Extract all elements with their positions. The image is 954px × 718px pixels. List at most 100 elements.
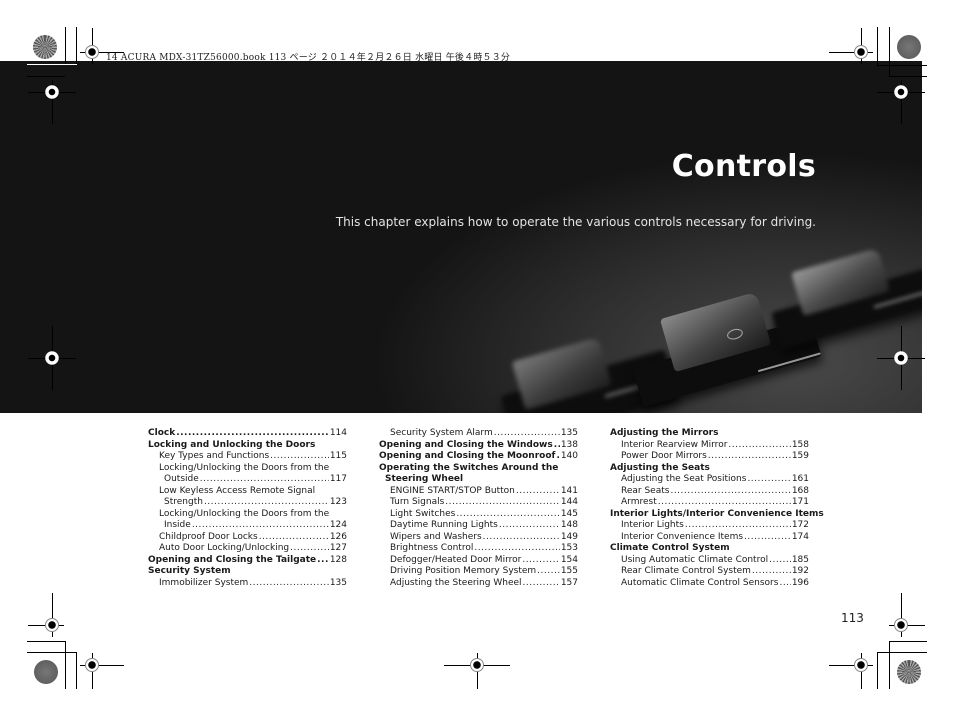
toc-leader-dots — [259, 532, 329, 544]
toc-entry-link[interactable]: Adjusting the Seat Positions 161 — [610, 474, 809, 486]
toc-entry-link[interactable]: Opening and Closing the Tailgate 128 — [148, 555, 347, 567]
toc-page-number: 158 — [791, 439, 809, 450]
toc-entry-link[interactable]: Automatic Climate Control Sensors 196 — [610, 578, 809, 590]
toc-entry-link[interactable]: Turn Signals 144 — [379, 497, 578, 509]
crop-mark — [889, 27, 890, 77]
toc-leader-dots — [445, 497, 560, 509]
toc-entry-link[interactable]: Strength 123 — [148, 497, 347, 509]
toc-entry-link[interactable]: Driving Position Memory System 155 — [379, 566, 578, 578]
crop-mark — [877, 652, 878, 689]
crop-mark — [27, 64, 77, 65]
toc-leader-dots — [290, 543, 329, 555]
toc-entry-link[interactable]: Brightness Control 153 — [379, 543, 578, 555]
toc-entry-link[interactable]: Rear Seats 168 — [610, 486, 809, 498]
crop-mark — [877, 652, 927, 653]
toc-section-heading: Adjusting the Seats — [610, 463, 809, 475]
toc-entry-label: Automatic Climate Control Sensors — [621, 577, 779, 588]
toc-leader-dots — [176, 428, 329, 440]
toc-entry-link[interactable]: Wipers and Washers 149 — [379, 532, 578, 544]
toc-page-number: 144 — [560, 497, 578, 507]
toc-entry-link[interactable]: Interior Convenience Items 174 — [610, 532, 809, 544]
toc-entry-label: Adjusting the Steering Wheel — [390, 577, 522, 588]
toc-entry-label: Defogger/Heated Door Mirror — [390, 554, 522, 565]
toc-leader-dots — [192, 520, 329, 532]
toc-entry-link[interactable]: Immobilizer System 135 — [148, 578, 347, 590]
toc-entry-link[interactable]: Inside 124 — [148, 520, 347, 532]
toc-page-number: 114 — [329, 428, 347, 438]
toc-page-number: 155 — [560, 566, 578, 576]
toc-entry-label: Daytime Running Lights — [390, 520, 498, 530]
toc-entry-label: Armrest — [621, 497, 657, 507]
toc-page-number: 172 — [791, 520, 809, 530]
toc-entry-label: Brightness Control — [390, 543, 474, 553]
toc-entry-link[interactable]: Interior Rearview Mirror 158 — [610, 440, 809, 452]
toc-entry-label: Security System — [148, 566, 231, 576]
toc-entry-label: Interior Lights/Interior Convenience Ite… — [610, 508, 824, 519]
toc-entry-label: Outside — [164, 474, 199, 484]
toc-entry-label: Locking/Unlocking the Doors from the — [159, 462, 330, 473]
toc-entry-link[interactable]: Power Door Mirrors 159 — [610, 451, 809, 463]
toc-entry-link[interactable]: Light Switches 145 — [379, 509, 578, 521]
toc-entry-label: Operating the Switches Around the — [379, 462, 559, 473]
crop-mark — [889, 641, 927, 642]
toc-entry-label: Strength — [164, 497, 203, 507]
toc-entry-link[interactable]: Using Automatic Climate Control 185 — [610, 555, 809, 567]
chapter-hero-image: Controls This chapter explains how to op… — [0, 61, 922, 413]
crop-mark — [65, 27, 66, 65]
toc-entry-link[interactable]: Outside 117 — [148, 474, 347, 486]
toc-entry-label: Adjusting the Seats — [610, 462, 710, 473]
crop-mark — [27, 641, 65, 642]
toc-entry-label: Opening and Closing the Tailgate — [148, 554, 317, 565]
color-rosette-icon — [34, 660, 58, 684]
toc-entry-label: Rear Seats — [621, 485, 670, 496]
toc-entry-link[interactable]: Opening and Closing the Moonroof 140 — [379, 451, 578, 463]
toc-leader-dots — [317, 555, 329, 567]
toc-leader-dots — [249, 578, 329, 590]
toc-leader-dots — [200, 474, 329, 486]
toc-leader-dots — [499, 520, 560, 532]
toc-entry-link[interactable]: ENGINE START/STOP Button 141 — [379, 486, 578, 498]
toc-entry-link[interactable]: Interior Lights 172 — [610, 520, 809, 532]
toc-entry-label: Interior Convenience Items — [621, 531, 744, 542]
toc-entry-link[interactable]: Rear Climate Control System 192 — [610, 566, 809, 578]
toc-section-heading: Security System — [148, 566, 347, 578]
toc-leader-dots — [474, 543, 559, 555]
crop-mark — [76, 652, 77, 689]
toc-entry-label: Adjusting the Mirrors — [610, 428, 719, 438]
toc-entry-link[interactable]: Adjusting the Steering Wheel 157 — [379, 578, 578, 590]
toc-leader-dots — [747, 474, 790, 486]
toc-leader-dots — [752, 566, 791, 578]
toc-entry-link[interactable]: Opening and Closing the Windows 138 — [379, 440, 578, 452]
chapter-title: Controls — [671, 149, 816, 184]
toc-page-number: 128 — [329, 554, 347, 565]
toc-entry-link[interactable]: Security System Alarm 135 — [379, 428, 578, 440]
toc-entry-link[interactable]: Key Types and Functions 115 — [148, 451, 347, 463]
toc-page-number: 154 — [560, 554, 578, 565]
toc-leader-dots — [483, 532, 560, 544]
toc-leader-dots — [537, 566, 560, 578]
toc-page-number: 157 — [560, 577, 578, 588]
toc-entry-link[interactable]: Auto Door Locking/Unlocking 127 — [148, 543, 347, 555]
color-rosette-icon — [897, 35, 921, 59]
toc-section-heading: Steering Wheel — [379, 474, 578, 486]
chapter-subtitle: This chapter explains how to operate the… — [335, 215, 816, 229]
toc-page-number: 135 — [560, 428, 578, 438]
toc-leader-dots — [456, 509, 560, 521]
toc-page-number: 115 — [329, 451, 347, 461]
toc-page-number: 138 — [560, 439, 578, 450]
toc-entry-label: Opening and Closing the Windows — [379, 439, 553, 450]
toc-page-number: 153 — [560, 543, 578, 553]
crop-mark — [27, 652, 77, 653]
toc-entry-link[interactable]: Defogger/Heated Door Mirror 154 — [379, 555, 578, 567]
toc-entry-label: Rear Climate Control System — [621, 566, 751, 576]
toc-leader-dots — [556, 451, 559, 463]
toc-entry-label: Key Types and Functions — [159, 451, 270, 461]
toc-entry-link[interactable]: Daytime Running Lights 148 — [379, 520, 578, 532]
toc-entry-link[interactable]: Armrest 171 — [610, 497, 809, 509]
toc-entry-link[interactable]: Clock 114 — [148, 428, 347, 440]
toc-entry-label: Interior Lights — [621, 520, 684, 530]
toc-entry-link[interactable]: Childproof Door Locks 126 — [148, 532, 347, 544]
toc-entry-label: Low Keyless Access Remote Signal — [159, 485, 316, 496]
toc-leader-dots — [769, 555, 791, 567]
toc-page-number: 161 — [791, 474, 809, 484]
